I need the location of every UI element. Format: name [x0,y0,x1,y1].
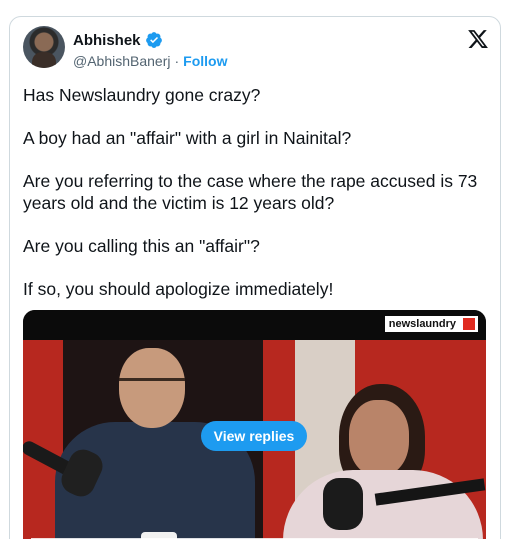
x-logo-icon[interactable] [467,28,489,50]
tweet-text: Has Newslaundry gone crazy? A boy had an… [23,84,491,321]
microphone-right [323,478,363,530]
author-handle-row: @AbhishBanerj · Follow [73,53,228,69]
tweet-line: Has Newslaundry gone crazy? [23,85,261,105]
tweet-card: Abhishek @AbhishBanerj · Follow Has News… [9,16,501,539]
tweet-header: Abhishek @AbhishBanerj · Follow [23,26,491,74]
view-replies-button[interactable]: View replies [201,421,307,451]
avatar[interactable] [23,26,65,68]
author-name[interactable]: Abhishek [73,32,141,49]
tweet-line: A boy had an "affair" with a girl in Nai… [23,128,352,148]
woman-face [349,400,409,476]
glasses [119,378,185,392]
author-handle[interactable]: @AbhishBanerj [73,53,171,69]
tweet-line: If so, you should apologize immediately! [23,279,334,299]
newslaundry-watermark: newslaundry [384,316,478,332]
author-name-row: Abhishek [73,30,163,50]
follow-button[interactable]: Follow [183,53,227,69]
video-media[interactable]: newslaundry View replies [23,310,486,539]
verified-badge-icon [145,32,162,48]
separator-dot: · [174,53,180,69]
tweet-line: Are you referring to the case where the … [23,171,478,213]
tweet-line: Are you calling this an "affair"? [23,236,260,256]
